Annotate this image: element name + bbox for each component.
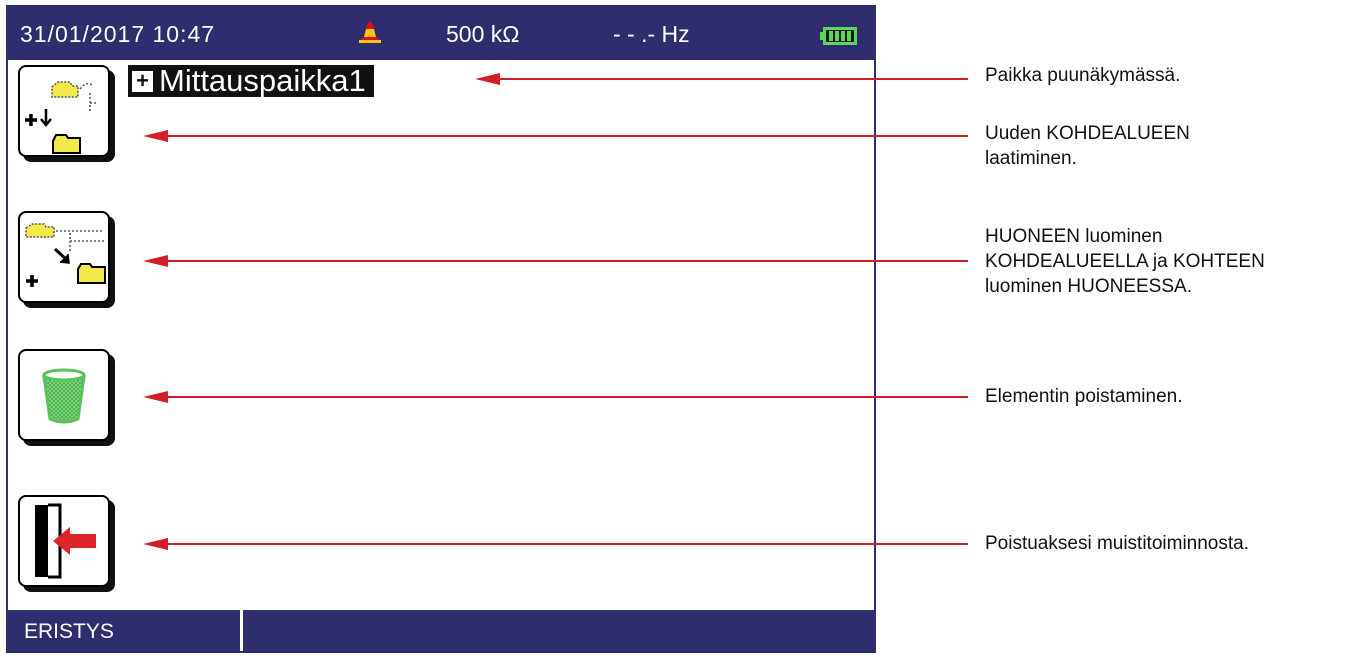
annotation-create-site: Uuden KOHDEALUEEN laatiminen.	[985, 121, 1190, 171]
annotation-text: KOHDEALUEELLA ja KOHTEEN	[985, 251, 1265, 272]
annotation-text: laatiminen.	[985, 148, 1077, 169]
annotation-text: HUONEEN luominen	[985, 226, 1163, 247]
annotation-text: Poistuaksesi muistitoiminnosta.	[985, 533, 1249, 554]
annotation-arrows	[143, 73, 968, 550]
annotation-tree-position: Paikka puunäkymässä.	[985, 63, 1180, 88]
annotation-text: Uuden KOHDEALUEEN	[985, 123, 1190, 144]
annotation-text: Elementin poistaminen.	[985, 386, 1183, 407]
annotation-exit: Poistuaksesi muistitoiminnosta.	[985, 531, 1249, 556]
annotation-delete: Elementin poistaminen.	[985, 384, 1183, 409]
annotation-text: Paikka puunäkymässä.	[985, 65, 1181, 86]
annotation-text: luominen HUONEESSA.	[985, 276, 1192, 297]
annotation-create-room: HUONEEN luominen KOHDEALUEELLA ja KOHTEE…	[985, 224, 1265, 299]
